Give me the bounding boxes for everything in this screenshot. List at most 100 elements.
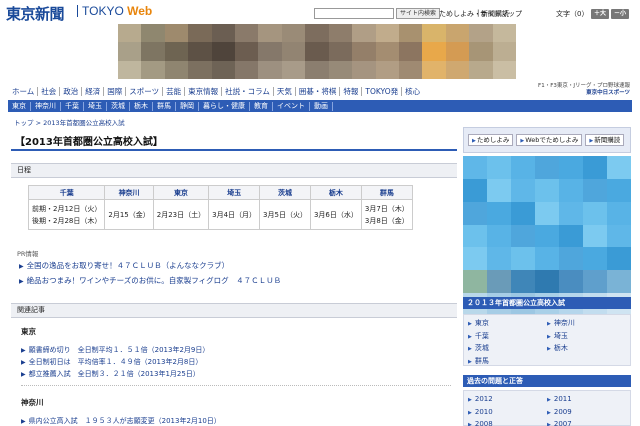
gunma-second: 3月8日（金）	[364, 216, 409, 225]
sidebar-ad-tile	[511, 224, 535, 248]
nav-item-kakushin[interactable]: 核心	[401, 87, 423, 96]
sidebar-link-year[interactable]: ▶ 2007	[547, 419, 626, 426]
nav-item-entertainment[interactable]: 芸能	[162, 87, 184, 96]
related-article-link[interactable]: ▶ 全日制初日は 平均倍率１．４９倍（2013年2月8日）	[21, 357, 202, 367]
banner-ad-tile	[422, 60, 446, 79]
font-size-increase-button[interactable]: ＋大	[591, 9, 610, 19]
sidebar-link-year[interactable]: ▶ 2008	[468, 419, 547, 426]
nav-item-sports[interactable]: スポーツ	[125, 87, 162, 96]
sidebar-ad-tile	[607, 224, 631, 248]
nav-item-weather[interactable]: 天気	[272, 87, 295, 96]
pr-link[interactable]: ▶ 全国の逸品をお取り寄せ！４７ＣＬＵＢ（よんななクラブ）	[19, 260, 229, 271]
nav-item-politics[interactable]: 政治	[59, 87, 81, 96]
subnav-item-chiba[interactable]: 千葉	[61, 101, 84, 111]
nav-item-home[interactable]: ホーム	[12, 87, 37, 96]
web-trial-button-label: Webでためしよみ	[525, 136, 579, 144]
sidebar-ad-tile	[583, 201, 607, 225]
subnav-item-kanagawa[interactable]: 神奈川	[31, 101, 61, 111]
banner-ad-tile	[141, 24, 165, 43]
subnav-item-education[interactable]: 教育	[250, 101, 273, 111]
web-trial-button[interactable]: ▶Webでためしよみ	[516, 134, 583, 146]
sidebar-link-label: 栃木	[553, 344, 568, 352]
sitemap-link[interactable]: サイトマップ	[480, 9, 522, 19]
sidebar-ad-tile	[463, 156, 487, 179]
sidebar-ad-tile	[511, 201, 535, 225]
sidebar-ad-tile	[559, 224, 583, 248]
sidebar-ad-tile	[487, 224, 511, 248]
banner-ad-tile	[211, 24, 236, 43]
schedule-header-kanagawa: 神奈川	[104, 185, 154, 200]
banner-ad-tile	[258, 42, 282, 61]
subnav-item-ibaraki[interactable]: 茨城	[107, 101, 130, 111]
sidebar-link-year[interactable]: ▶ 2012	[468, 394, 547, 407]
logo-divider	[77, 5, 78, 17]
banner-ad-tile	[281, 42, 306, 61]
banner-ad-tile	[469, 60, 493, 79]
subnav-item-tochigi[interactable]: 栃木	[130, 101, 153, 111]
sidebar-link-ibaraki[interactable]: ▶ 茨城	[468, 343, 547, 356]
banner-ad-tile	[118, 60, 142, 79]
font-size-decrease-button[interactable]: －小	[611, 9, 630, 19]
breadcrumb-home[interactable]: トップ	[14, 119, 34, 127]
subnav-item-gunma[interactable]: 群馬	[153, 101, 176, 111]
sidebar-link-chiba[interactable]: ▶ 千葉	[468, 331, 547, 344]
year-list: ▶ 2012 ▶ 2011 ▶ 2010 ▶ 2009 ▶ 2008 ▶ 2007	[463, 390, 631, 426]
schedule-header-ibaraki: 茨城	[259, 185, 311, 200]
nav-item-go-shogi[interactable]: 囲碁・将棋	[294, 87, 340, 96]
subnav-item-video[interactable]: 動画	[310, 101, 333, 111]
schedule-date-row: 前期・2月12日（火） 後期・2月28日（木） 2月15（金） 2月23日（土） …	[27, 199, 413, 230]
site-search-button[interactable]: サイト内検索	[396, 8, 441, 19]
sidebar-link-tochigi[interactable]: ▶ 栃木	[547, 343, 626, 356]
nav-item-editorial[interactable]: 社説・コラム	[221, 87, 273, 96]
banner-ad-tile	[328, 60, 353, 79]
banner-ad-tile	[211, 60, 236, 79]
nav-item-economy[interactable]: 経済	[81, 87, 103, 96]
pr-link[interactable]: ▶ 絶品おつまみ！ワインやチーズのお供に。自家製フィグログ ４７ＣＬＵＢ	[19, 275, 281, 286]
arrow-icon: ▶	[468, 422, 472, 426]
subnav-item-living[interactable]: 暮らし・健康	[199, 101, 250, 111]
banner-ad-tile	[188, 24, 212, 43]
nav-item-special[interactable]: 特報	[339, 87, 361, 96]
sidebar-link-kanagawa[interactable]: ▶ 神奈川	[547, 318, 626, 331]
banner-ad-tile	[188, 60, 212, 79]
pr-link-text: 全国の逸品をお取り寄せ！４７ＣＬＵＢ（よんななクラブ）	[26, 261, 230, 270]
related-article-link[interactable]: ▶ 県内公立高入試 １９５３人が志願変更（2013年2月10日）	[21, 416, 221, 426]
nav-item-international[interactable]: 国際	[103, 87, 125, 96]
sidebar-ad-tile	[463, 270, 487, 294]
nav-item-tokyo-info[interactable]: 東京情報	[184, 87, 221, 96]
sidebar-ad[interactable]	[463, 156, 631, 316]
banner-ad[interactable]	[118, 24, 516, 79]
sidebar-link-year[interactable]: ▶ 2010	[468, 407, 547, 420]
sidebar-ad-tile	[463, 201, 487, 225]
trial-button[interactable]: ▶ためしよみ	[468, 134, 514, 146]
nav-item-tokyo-hatsu[interactable]: TOKYO発	[361, 87, 401, 96]
related-article-link[interactable]: ▶ 願書締め切り 全日制平均１．５１倍（2013年2月9日）	[21, 345, 209, 355]
sidebar-ad-tile	[607, 156, 631, 179]
breadcrumb-separator: >	[35, 119, 42, 127]
sidebar-ad-tile	[535, 201, 559, 225]
arrow-icon: ▶	[468, 409, 472, 416]
subnav-item-event[interactable]: イベント	[273, 101, 310, 111]
sidebar-ad-tile	[583, 156, 607, 179]
nav-item-society[interactable]: 社会	[37, 87, 59, 96]
sidebar-link-tokyo[interactable]: ▶ 東京	[468, 318, 547, 331]
related-article-text: 願書締め切り 全日制平均１．５１倍（2013年2月9日）	[28, 346, 210, 354]
subnav-item-tokyo[interactable]: 東京	[8, 101, 31, 111]
related-article-link[interactable]: ▶ 都立推薦入試 全日制３．２１倍（2013年1月25日）	[21, 369, 200, 379]
sidebar-link-year[interactable]: ▶ 2011	[547, 394, 626, 407]
subnav-item-saitama[interactable]: 埼玉	[84, 101, 107, 111]
schedule-date-gunma: 3月7日（木） 3月8日（金）	[360, 199, 413, 230]
page-title: 【2013年首都圏公立高校入試】	[15, 137, 163, 148]
sidebar-link-year[interactable]: ▶ 2009	[547, 407, 626, 420]
subscribe-button[interactable]: ▶新聞購読	[585, 134, 625, 146]
site-logo[interactable]: 東京新聞	[6, 3, 65, 24]
sponsor-link[interactable]: F1・F3東京・Jリーグ・プロ野球速報 東京中日スポーツ	[538, 83, 630, 97]
banner-ad-tile	[445, 42, 470, 61]
sidebar-link-gunma[interactable]: ▶ 群馬	[468, 356, 547, 369]
sidebar-link-saitama[interactable]: ▶ 埼玉	[547, 331, 626, 344]
arrow-icon: ▶	[547, 346, 551, 352]
sidebar-link-label: 埼玉	[553, 331, 568, 340]
subnav-item-shizuoka[interactable]: 静岡	[176, 101, 199, 111]
pr-label: PR情報	[17, 250, 39, 258]
search-input[interactable]	[314, 8, 394, 19]
